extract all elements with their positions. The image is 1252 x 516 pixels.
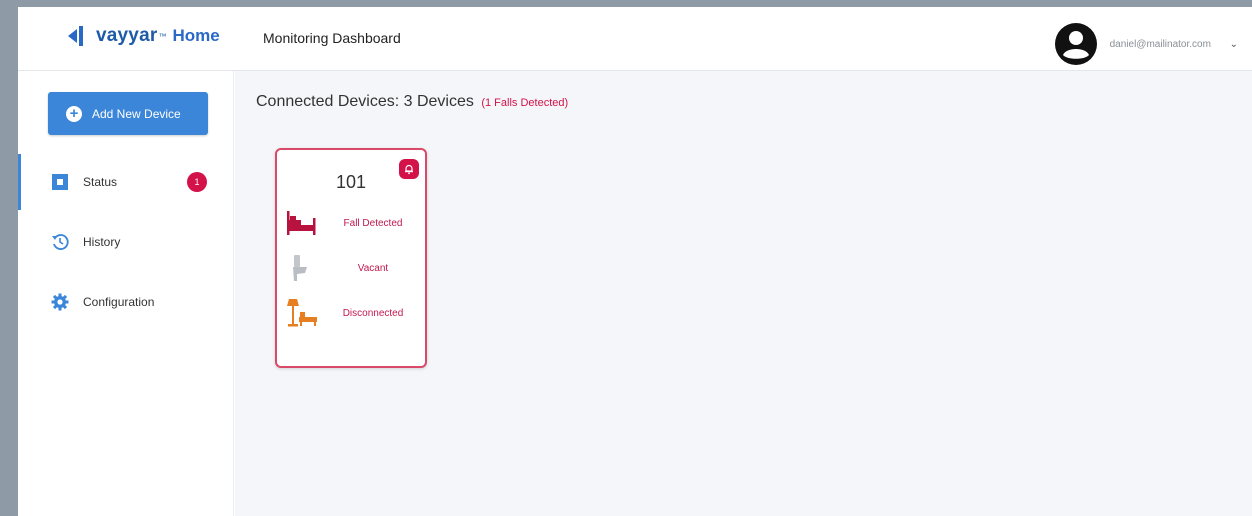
logo-home-text: Home xyxy=(172,26,220,45)
status-label: Fall Detected xyxy=(343,217,403,229)
chevron-down-icon[interactable]: ⌄ xyxy=(1230,39,1238,50)
logo-trademark: ™ xyxy=(158,31,167,41)
connected-devices-text: Connected Devices: 3 Devices xyxy=(256,93,474,110)
sidebar-item-label: History xyxy=(83,235,121,249)
status-square-icon xyxy=(52,174,68,190)
sidebar-item-label: Configuration xyxy=(83,295,155,309)
user-email: daniel@mailinator.com xyxy=(1109,38,1211,50)
lamp-armchair-icon xyxy=(287,299,317,327)
alarm-bell-icon xyxy=(399,159,419,179)
app-window: vayyar ™ Home Monitoring Dashboard danie… xyxy=(18,7,1252,516)
top-bar: vayyar ™ Home Monitoring Dashboard danie… xyxy=(18,7,1252,71)
falls-detected-text: (1 Falls Detected) xyxy=(481,97,569,109)
vayyar-logo-icon xyxy=(68,26,83,46)
connected-devices-heading: Connected Devices: 3 Devices (1 Falls De… xyxy=(256,93,568,111)
device-card[interactable]: 101 Fall Detected Vacant Disconnected xyxy=(275,148,427,368)
status-label: Disconnected xyxy=(342,307,404,319)
history-icon xyxy=(52,234,69,250)
sidebar: + Add New Device Status 1 History Config… xyxy=(18,71,234,516)
status-row-vacant: Vacant xyxy=(281,251,425,285)
add-new-device-button[interactable]: + Add New Device xyxy=(48,92,208,135)
sidebar-item-configuration[interactable]: Configuration xyxy=(18,274,234,330)
user-avatar-icon[interactable] xyxy=(1054,22,1098,66)
bed-fall-icon xyxy=(287,211,316,235)
toilet-icon xyxy=(293,255,307,281)
plus-circle-icon: + xyxy=(66,105,82,122)
page-title: Monitoring Dashboard xyxy=(263,30,401,46)
sidebar-item-history[interactable]: History xyxy=(18,214,234,270)
sidebar-item-status[interactable]: Status 1 xyxy=(18,154,234,210)
status-count-badge: 1 xyxy=(187,172,207,192)
user-menu[interactable]: daniel@mailinator.com ⌄ xyxy=(1054,22,1238,66)
sidebar-item-label: Status xyxy=(83,175,118,189)
vayyar-home-logo[interactable]: vayyar ™ Home xyxy=(68,25,220,47)
add-new-device-label: Add New Device xyxy=(92,106,181,121)
status-row-disconnected: Disconnected xyxy=(281,296,425,330)
main-content: Connected Devices: 3 Devices (1 Falls De… xyxy=(235,71,1252,516)
status-label: Vacant xyxy=(357,262,389,274)
status-row-fall: Fall Detected xyxy=(281,206,425,240)
gear-icon xyxy=(51,293,69,311)
logo-wordmark: vayyar xyxy=(96,25,158,46)
